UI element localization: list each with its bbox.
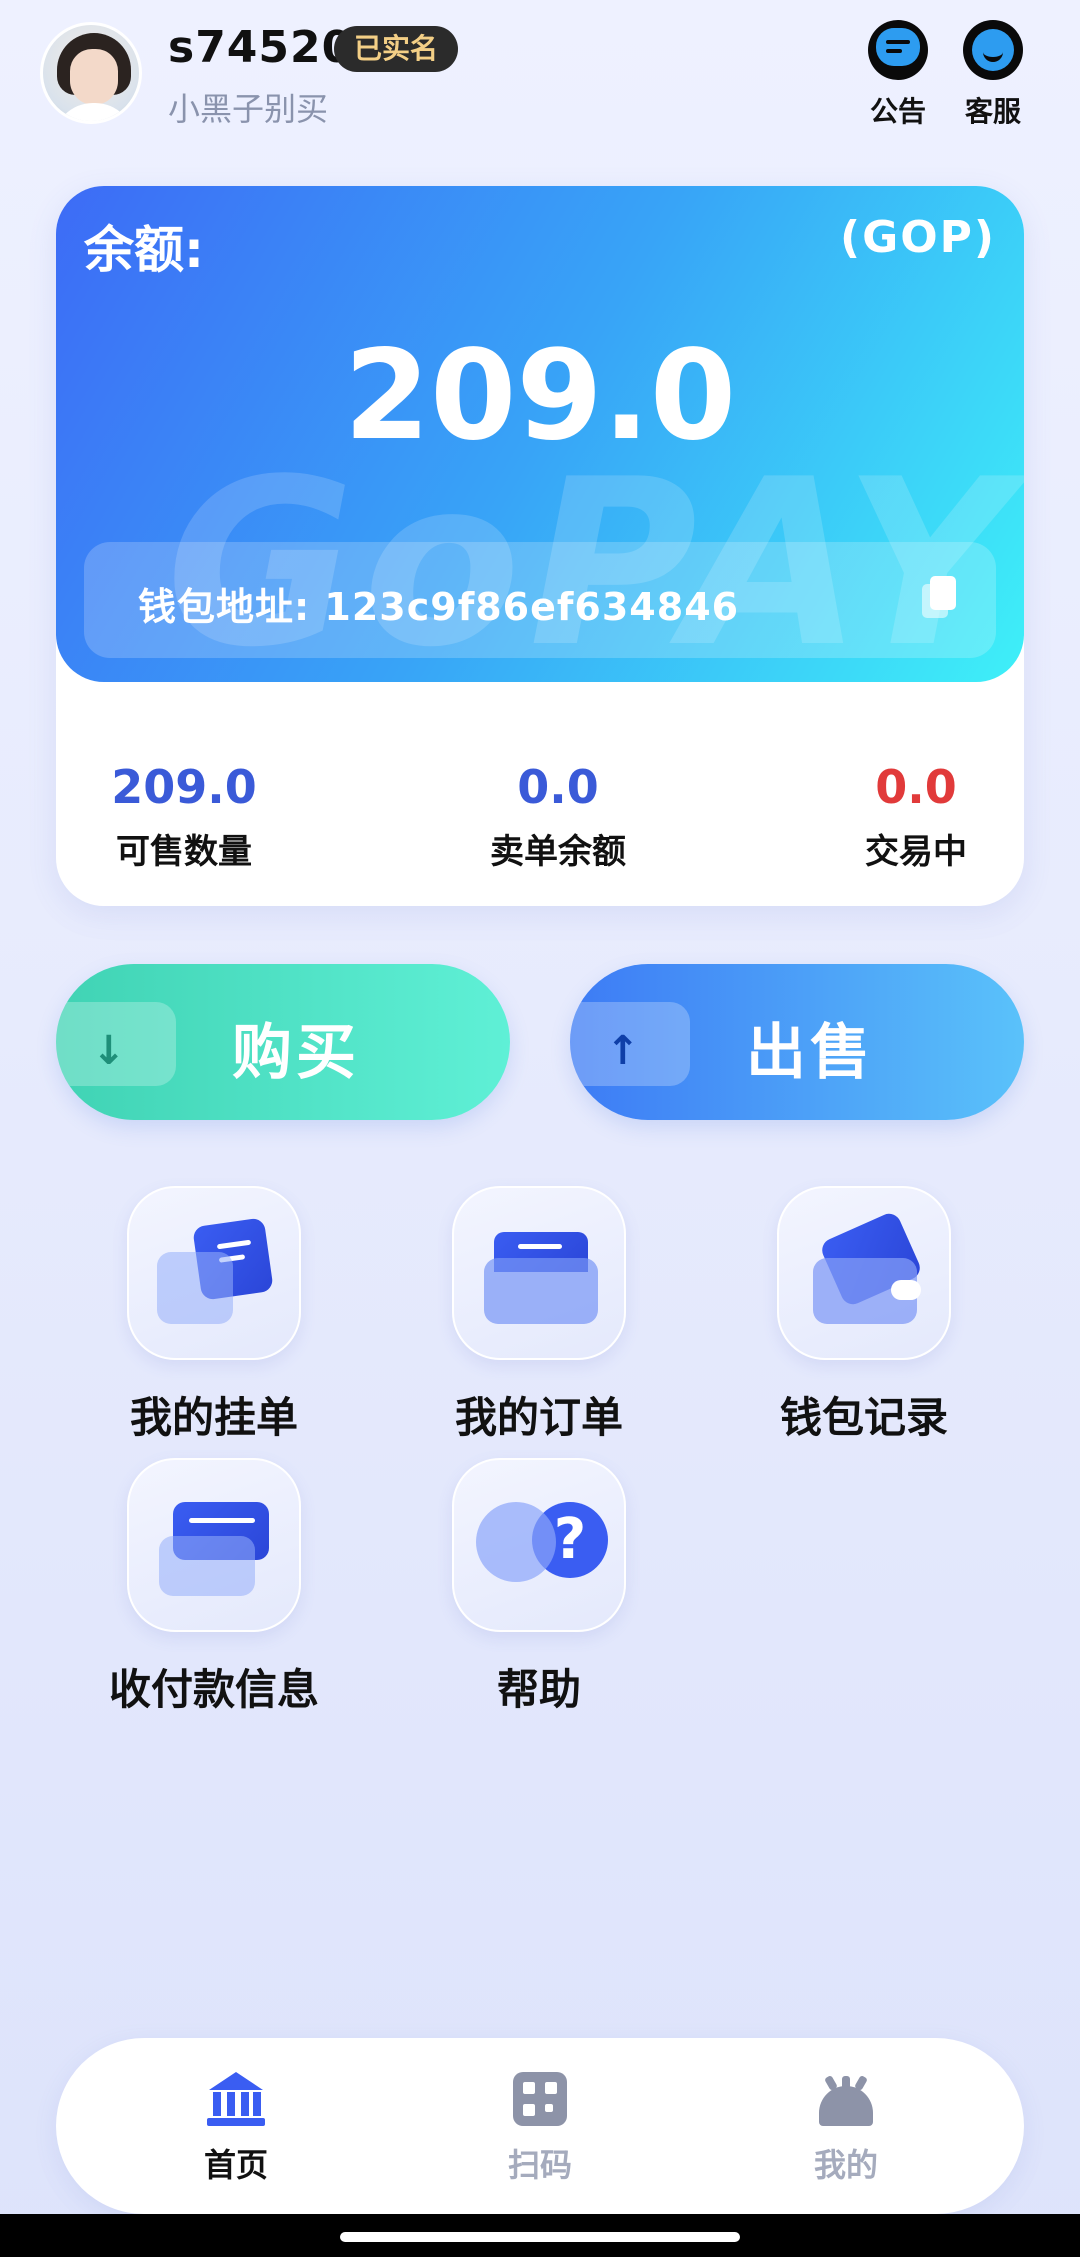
service-label: 客服 [964,95,1021,128]
stat-label: 可售数量 [116,832,252,872]
stat-in-trade: 0.0 交易中 [846,760,986,873]
menu-label: 帮助 [496,1665,581,1714]
bottom-tab-bar: 首页 扫码 我的 [56,2038,1024,2214]
tab-label: 首页 [203,2146,268,2184]
wallet-icon [777,1186,951,1360]
menu-my-orders[interactable]: 我的订单 [409,1186,669,1445]
qr-scan-icon [511,2072,569,2128]
wallet-address: 钱包地址: 123c9f86ef634846 [138,585,740,629]
stat-label: 交易中 [865,832,967,872]
sell-button[interactable]: ↑ 出售 [570,964,1024,1120]
balance-amount: 209.0 [343,324,737,468]
folder-icon [452,1186,626,1360]
tab-label: 扫码 [507,2146,572,2184]
stat-sell-order-balance: 0.0 卖单余额 [478,760,638,873]
tab-scan[interactable]: 扫码 [470,2072,610,2186]
menu-label: 钱包记录 [779,1393,948,1442]
help-icon: ? [452,1458,626,1632]
tab-home[interactable]: 首页 [166,2072,306,2186]
username: s74520 [168,22,354,73]
menu-help[interactable]: ? 帮助 [409,1458,669,1717]
stat-value: 0.0 [875,760,957,814]
wallet-address-bar: 钱包地址: 123c9f86ef634846 [84,542,996,658]
stat-value: 209.0 [111,760,257,814]
home-indicator[interactable] [340,2232,740,2242]
customer-service-button[interactable]: 客服 [953,20,1033,130]
sell-label: 出售 [746,1018,874,1088]
menu-payment-info[interactable]: 收付款信息 [84,1458,344,1717]
card-icon [127,1458,301,1632]
profile-icon [817,2072,875,2128]
balance-card: GoPAY 余额: (GOP) 209.0 钱包地址: 123c9f86ef63… [56,186,1024,682]
bank-icon [207,2072,265,2128]
tab-label: 我的 [813,2146,878,2184]
currency-label: (GOP) [840,212,996,263]
stat-value: 0.0 [517,760,599,814]
stat-label: 卖单余额 [490,832,626,872]
menu-my-listings[interactable]: 我的挂单 [84,1186,344,1445]
notice-label: 公告 [869,95,926,128]
menu-wallet-records[interactable]: 钱包记录 [734,1186,994,1445]
buy-button[interactable]: ↓ 购买 [56,964,510,1120]
menu-label: 我的订单 [454,1393,623,1442]
nickname: 小黑子别买 [168,90,329,128]
listing-icon [127,1186,301,1360]
verified-badge: 已实名 [334,26,459,72]
message-icon [868,20,928,80]
headset-icon [963,20,1023,80]
avatar[interactable] [40,22,142,124]
buy-label: 购买 [232,1018,360,1088]
menu-label: 我的挂单 [129,1393,298,1442]
download-arrow-icon: ↓ [56,1002,176,1086]
menu-label: 收付款信息 [108,1665,319,1714]
upload-arrow-icon: ↑ [570,1002,690,1086]
stat-sellable: 209.0 可售数量 [96,760,272,873]
tab-mine[interactable]: 我的 [776,2072,916,2186]
balance-label: 余额: [84,221,204,279]
copy-icon[interactable] [922,576,956,618]
notice-button[interactable]: 公告 [858,20,938,130]
